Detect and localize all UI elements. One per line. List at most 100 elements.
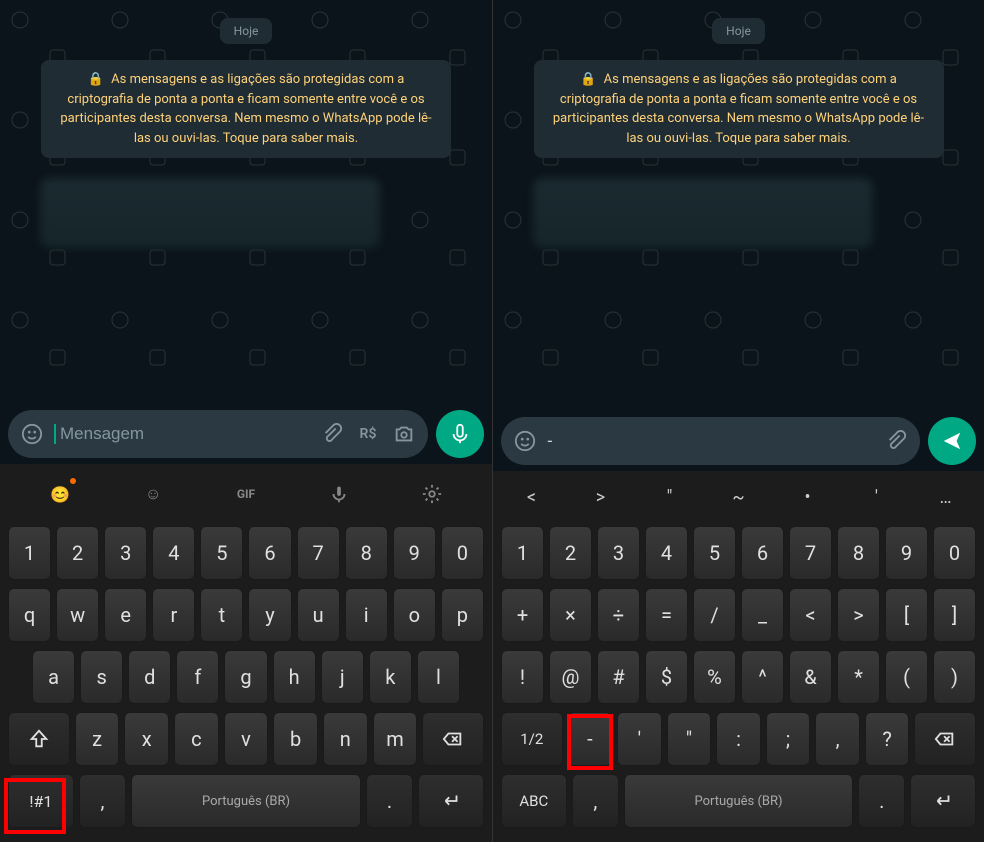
- voice-message-button[interactable]: [436, 410, 484, 458]
- key-lbracket[interactable]: [: [885, 588, 928, 642]
- key-plus[interactable]: +: [501, 588, 544, 642]
- key-5[interactable]: 5: [693, 526, 736, 580]
- key-rparen[interactable]: ): [933, 650, 976, 704]
- emoji-icon[interactable]: [511, 427, 539, 455]
- key-8[interactable]: 8: [837, 526, 880, 580]
- key-m[interactable]: m: [373, 712, 418, 766]
- key-u[interactable]: u: [297, 588, 340, 642]
- abc-mode-key[interactable]: ABC: [501, 774, 567, 828]
- period-key[interactable]: .: [858, 774, 905, 828]
- suggestion[interactable]: •: [773, 487, 842, 508]
- encryption-notice[interactable]: 🔒 As mensagens e as ligações são protegi…: [41, 60, 451, 158]
- key-hash[interactable]: #: [597, 650, 640, 704]
- key-8[interactable]: 8: [345, 526, 388, 580]
- key-d[interactable]: d: [128, 650, 171, 704]
- key-caret[interactable]: ^: [741, 650, 784, 704]
- key-divide[interactable]: ÷: [597, 588, 640, 642]
- key-2[interactable]: 2: [56, 526, 99, 580]
- key-9[interactable]: 9: [393, 526, 436, 580]
- key-a[interactable]: a: [32, 650, 75, 704]
- suggestion[interactable]: …: [911, 487, 980, 508]
- key-at[interactable]: @: [549, 650, 592, 704]
- key-j[interactable]: j: [321, 650, 364, 704]
- send-button[interactable]: [928, 417, 976, 465]
- key-lparen[interactable]: (: [885, 650, 928, 704]
- enter-key[interactable]: [910, 774, 976, 828]
- key-o[interactable]: o: [393, 588, 436, 642]
- emoji-icon[interactable]: [18, 420, 46, 448]
- key-4[interactable]: 4: [152, 526, 195, 580]
- key-h[interactable]: h: [273, 650, 316, 704]
- key-r[interactable]: r: [152, 588, 195, 642]
- settings-keyboard-icon[interactable]: [416, 478, 448, 510]
- backspace-key[interactable]: [422, 712, 484, 766]
- suggestion[interactable]: ": [635, 487, 704, 508]
- key-underscore[interactable]: _: [741, 588, 784, 642]
- key-1[interactable]: 1: [501, 526, 544, 580]
- key-3[interactable]: 3: [104, 526, 147, 580]
- backspace-key[interactable]: [914, 712, 976, 766]
- key-colon[interactable]: :: [716, 712, 761, 766]
- message-text-input[interactable]: [54, 424, 310, 444]
- key-y[interactable]: y: [248, 588, 291, 642]
- key-q[interactable]: q: [8, 588, 51, 642]
- key-amp[interactable]: &: [789, 650, 832, 704]
- key-question[interactable]: ?: [865, 712, 910, 766]
- key-excl[interactable]: !: [501, 650, 544, 704]
- key-i[interactable]: i: [345, 588, 388, 642]
- key-k[interactable]: k: [369, 650, 412, 704]
- space-key[interactable]: Português (BR): [131, 774, 361, 828]
- key-percent[interactable]: %: [693, 650, 736, 704]
- key-s[interactable]: s: [80, 650, 123, 704]
- key-0[interactable]: 0: [933, 526, 976, 580]
- key-2[interactable]: 2: [549, 526, 592, 580]
- comma-key[interactable]: ,: [79, 774, 127, 828]
- message-text-input[interactable]: [547, 431, 874, 451]
- key-p[interactable]: p: [441, 588, 484, 642]
- attachment-icon[interactable]: [318, 420, 346, 448]
- suggestion[interactable]: ': [842, 487, 911, 508]
- key-3[interactable]: 3: [597, 526, 640, 580]
- key-apostrophe[interactable]: ': [617, 712, 662, 766]
- key-n[interactable]: n: [323, 712, 368, 766]
- sticker-keyboard-icon[interactable]: ☺: [137, 478, 169, 510]
- message-input-field[interactable]: [501, 417, 920, 465]
- period-key[interactable]: .: [366, 774, 414, 828]
- key-quote[interactable]: ": [667, 712, 712, 766]
- key-5[interactable]: 5: [200, 526, 243, 580]
- key-dollar[interactable]: $: [645, 650, 688, 704]
- key-comma[interactable]: ,: [815, 712, 860, 766]
- suggestion[interactable]: <: [497, 487, 566, 508]
- shift-key[interactable]: [8, 712, 70, 766]
- key-v[interactable]: v: [224, 712, 269, 766]
- key-times[interactable]: ×: [549, 588, 592, 642]
- key-g[interactable]: g: [224, 650, 267, 704]
- key-e[interactable]: e: [104, 588, 147, 642]
- key-gt[interactable]: >: [837, 588, 880, 642]
- key-7[interactable]: 7: [297, 526, 340, 580]
- suggestion[interactable]: ~: [704, 487, 773, 508]
- key-equals[interactable]: =: [645, 588, 688, 642]
- space-key[interactable]: Português (BR): [624, 774, 853, 828]
- key-6[interactable]: 6: [248, 526, 291, 580]
- key-slash[interactable]: /: [693, 588, 736, 642]
- encryption-notice[interactable]: 🔒 As mensagens e as ligações são protegi…: [534, 60, 944, 158]
- key-semicolon[interactable]: ;: [766, 712, 811, 766]
- key-star[interactable]: *: [837, 650, 880, 704]
- key-z[interactable]: z: [75, 712, 120, 766]
- enter-key[interactable]: [418, 774, 484, 828]
- attachment-icon[interactable]: [882, 427, 910, 455]
- key-x[interactable]: x: [124, 712, 169, 766]
- key-0[interactable]: 0: [441, 526, 484, 580]
- gif-keyboard-icon[interactable]: GIF: [230, 478, 262, 510]
- key-t[interactable]: t: [200, 588, 243, 642]
- suggestion[interactable]: >: [566, 487, 635, 508]
- key-9[interactable]: 9: [885, 526, 928, 580]
- camera-icon[interactable]: [390, 420, 418, 448]
- key-1[interactable]: 1: [8, 526, 51, 580]
- key-4[interactable]: 4: [645, 526, 688, 580]
- key-lt[interactable]: <: [789, 588, 832, 642]
- key-b[interactable]: b: [273, 712, 318, 766]
- key-rbracket[interactable]: ]: [933, 588, 976, 642]
- key-c[interactable]: c: [174, 712, 219, 766]
